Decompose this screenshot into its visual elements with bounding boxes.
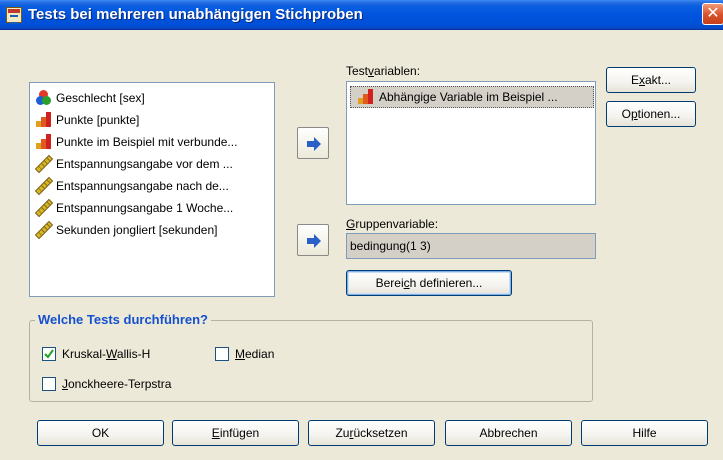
list-item-label: Entspannungsangabe 1 Woche... — [56, 201, 234, 215]
list-item[interactable]: Sekunden jongliert [sekunden] — [30, 219, 274, 241]
spss-app-icon — [6, 7, 22, 24]
median-label: Median — [235, 347, 275, 361]
ordinal-icon — [36, 112, 52, 128]
list-item[interactable]: Geschlecht [sex] — [30, 87, 274, 109]
nominal-icon — [36, 90, 52, 106]
kruskal-wallis-checkbox[interactable] — [42, 347, 56, 361]
group-variable-label: Gruppenvariable: — [346, 217, 439, 231]
list-item-label: Punkte im Beispiel mit verbunde... — [56, 135, 238, 149]
group-variable-field[interactable]: bedingung(1 3) — [346, 233, 596, 259]
scale-icon — [33, 175, 56, 197]
reset-button[interactable]: Zurücksetzen — [308, 420, 435, 446]
list-item-label: Entspannungsangabe vor dem ... — [56, 157, 233, 171]
source-variable-list[interactable]: Geschlecht [sex] Punkte [punkte] Punkte … — [29, 82, 275, 297]
scale-icon — [33, 197, 56, 219]
checkmark-icon — [44, 349, 54, 359]
kruskal-wallis-label: Kruskal-Wallis-H — [62, 347, 151, 361]
scale-icon — [33, 219, 56, 241]
median-checkbox[interactable] — [215, 347, 229, 361]
list-item[interactable]: Punkte [punkte] — [30, 109, 274, 131]
arrow-right-icon — [307, 137, 321, 151]
list-item-label: Entspannungsangabe nach de... — [56, 179, 229, 193]
list-item-label: Abhängige Variable im Beispiel ... — [379, 90, 558, 104]
options-button[interactable]: Optionen... — [606, 101, 696, 127]
list-item[interactable]: Punkte im Beispiel mit verbunde... — [30, 131, 274, 153]
ordinal-icon — [36, 134, 52, 150]
paste-button[interactable]: Einfügen — [172, 420, 299, 446]
close-icon: ✕ — [706, 5, 720, 22]
list-item[interactable]: Entspannungsangabe vor dem ... — [30, 153, 274, 175]
tests-group-title: Welche Tests durchführen? — [35, 312, 211, 327]
cancel-button[interactable]: Abbrechen — [445, 420, 572, 446]
list-item-label: Sekunden jongliert [sekunden] — [56, 223, 218, 237]
close-button[interactable]: ✕ — [702, 3, 723, 25]
test-variables-list[interactable]: Abhängige Variable im Beispiel ... — [346, 81, 596, 205]
scale-icon — [33, 153, 56, 175]
move-to-test-variables-button[interactable] — [297, 127, 329, 159]
jonckheere-terpstra-checkbox[interactable] — [42, 377, 56, 391]
jonckheere-terpstra-label: Jonckheere-Terpstra — [62, 377, 172, 391]
ordinal-icon — [358, 89, 374, 105]
help-button[interactable]: Hilfe — [581, 420, 708, 446]
define-range-button[interactable]: Bereich definieren... — [346, 270, 512, 296]
list-item-label: Geschlecht [sex] — [56, 91, 145, 105]
list-item[interactable]: Abhängige Variable im Beispiel ... — [350, 86, 594, 108]
arrow-right-icon — [307, 234, 321, 248]
move-to-group-variable-button[interactable] — [297, 224, 329, 256]
list-item[interactable]: Entspannungsangabe nach de... — [30, 175, 274, 197]
exact-button[interactable]: Exakt... — [606, 67, 696, 93]
list-item-label: Punkte [punkte] — [56, 113, 140, 127]
ok-button[interactable]: OK — [37, 420, 164, 446]
list-item[interactable]: Entspannungsangabe 1 Woche... — [30, 197, 274, 219]
window-title: Tests bei mehreren unabhängigen Stichpro… — [28, 6, 363, 23]
title-bar[interactable]: Tests bei mehreren unabhängigen Stichpro… — [0, 0, 723, 30]
test-variables-label: Testvariablen: — [346, 64, 421, 78]
